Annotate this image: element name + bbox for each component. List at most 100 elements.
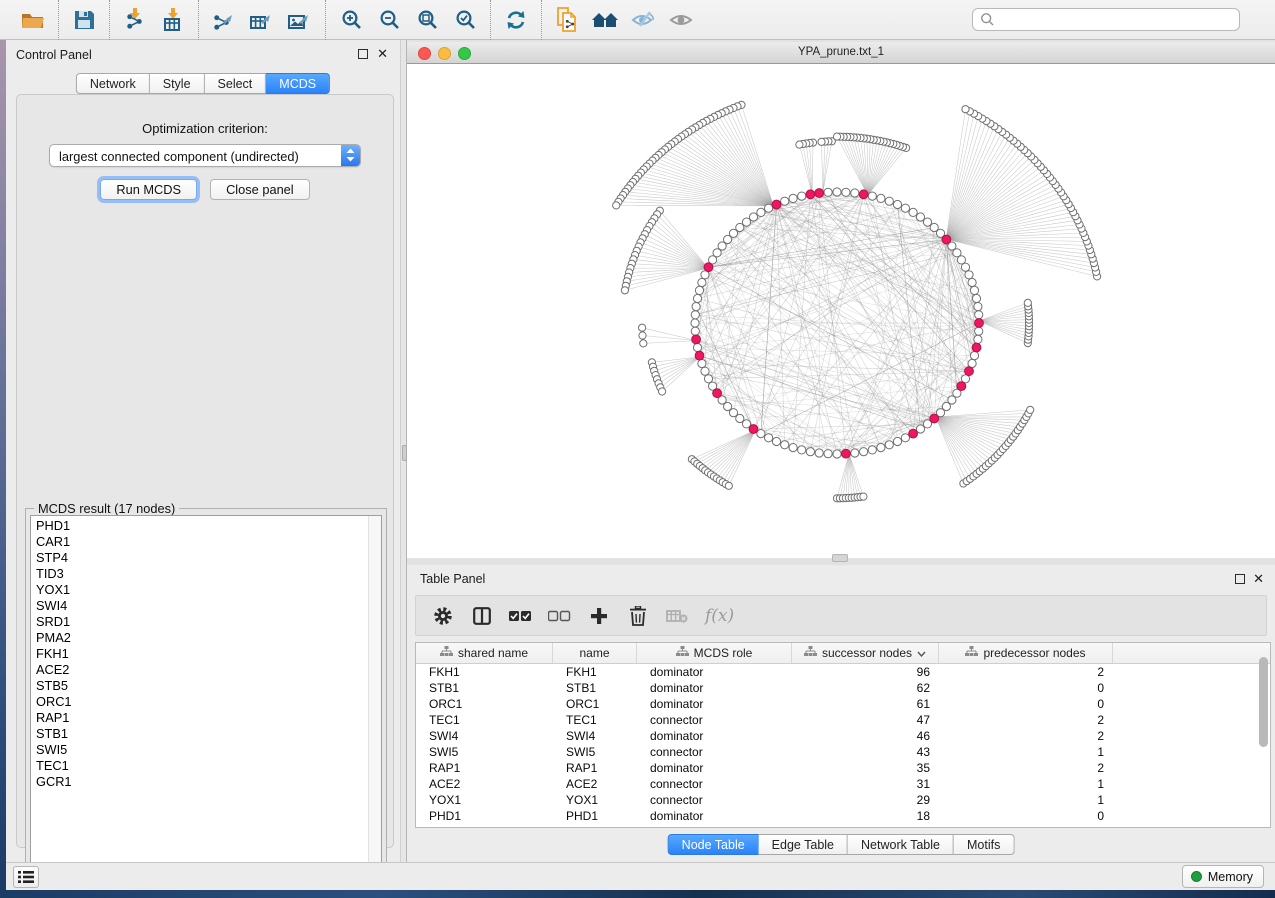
network-node[interactable]	[868, 446, 876, 454]
network-dominator-node[interactable]	[975, 319, 984, 328]
network-node[interactable]	[824, 450, 832, 458]
cell-predecessor-nodes[interactable]: 2	[939, 664, 1113, 680]
import-table-icon[interactable]	[154, 4, 192, 36]
network-node[interactable]	[798, 192, 806, 200]
cell-name[interactable]: FKH1	[553, 664, 637, 680]
column-header-successor-nodes[interactable]: successor nodes	[792, 643, 939, 663]
mcds-result-item[interactable]: STP4	[31, 550, 381, 566]
task-history-button[interactable]	[13, 866, 39, 888]
cell-successor-nodes[interactable]: 47	[792, 712, 939, 728]
network-node[interactable]	[868, 192, 876, 200]
table-settings-icon[interactable]	[428, 600, 458, 632]
network-node[interactable]	[824, 188, 832, 196]
cell-name[interactable]: PHD1	[553, 808, 637, 824]
duplicate-network-icon[interactable]	[548, 4, 586, 36]
network-canvas[interactable]	[407, 64, 1275, 558]
memory-button[interactable]: Memory	[1182, 865, 1264, 888]
tab-node-table[interactable]: Node Table	[668, 834, 759, 855]
delete-column-icon[interactable]	[623, 600, 653, 632]
network-node[interactable]	[877, 194, 885, 202]
export-table-icon[interactable]	[243, 4, 281, 36]
cell-MCDS-role[interactable]: connector	[637, 712, 792, 728]
mcds-result-item[interactable]: ORC1	[31, 694, 381, 710]
network-node[interactable]	[974, 335, 982, 343]
network-node[interactable]	[701, 367, 709, 375]
cell-predecessor-nodes[interactable]: 1	[939, 792, 1113, 808]
float-table-panel-icon[interactable]	[1235, 574, 1245, 584]
cell-successor-nodes[interactable]: 18	[792, 808, 939, 824]
cell-name[interactable]: YOX1	[553, 792, 637, 808]
zoom-out-icon[interactable]	[370, 4, 408, 36]
mcds-result-item[interactable]: CAR1	[31, 534, 381, 550]
table-row[interactable]: ORC1ORC1dominator610	[416, 696, 1270, 712]
network-node[interactable]	[833, 450, 841, 458]
mcds-result-item[interactable]: TEC1	[31, 758, 381, 774]
mcds-result-item[interactable]: STB1	[31, 726, 381, 742]
table-row[interactable]: ACE2ACE2connector311	[416, 776, 1270, 792]
network-leaf-node[interactable]	[796, 141, 803, 148]
mcds-result-item[interactable]: PMA2	[31, 630, 381, 646]
network-node[interactable]	[815, 449, 823, 457]
network-node[interactable]	[698, 278, 706, 286]
mcds-result-item[interactable]: GCR1	[31, 774, 381, 790]
network-leaf-node[interactable]	[640, 340, 647, 347]
network-node[interactable]	[970, 352, 978, 360]
network-node[interactable]	[972, 294, 980, 302]
network-node[interactable]	[909, 208, 917, 216]
cell-name[interactable]: SWI4	[553, 728, 637, 744]
cell-predecessor-nodes[interactable]: 1	[939, 776, 1113, 792]
cell-MCDS-role[interactable]: dominator	[637, 696, 792, 712]
vertical-splitter[interactable]	[400, 40, 407, 862]
table-row[interactable]: YOX1YOX1connector291	[416, 792, 1270, 808]
network-node[interactable]	[833, 188, 841, 196]
cell-name[interactable]: ACE2	[553, 776, 637, 792]
table-scrollbar-thumb[interactable]	[1259, 657, 1268, 747]
network-node[interactable]	[691, 311, 699, 319]
column-header-shared-name[interactable]: shared name	[416, 643, 553, 663]
deselect-all-checks-icon[interactable]	[545, 600, 575, 632]
network-leaf-node[interactable]	[962, 106, 969, 113]
network-dominator-node[interactable]	[772, 200, 781, 209]
cell-shared-name[interactable]: SWI4	[416, 728, 553, 744]
network-dominator-node[interactable]	[695, 351, 704, 360]
network-node[interactable]	[772, 437, 780, 445]
zoom-selected-icon[interactable]	[446, 4, 484, 36]
cell-shared-name[interactable]: FKH1	[416, 664, 553, 680]
network-leaf-node[interactable]	[1024, 299, 1031, 306]
search-input[interactable]	[972, 8, 1240, 31]
network-node[interactable]	[757, 208, 765, 216]
cell-name[interactable]: STB1	[553, 680, 637, 696]
cell-MCDS-role[interactable]: dominator	[637, 728, 792, 744]
network-node[interactable]	[765, 204, 773, 212]
cell-predecessor-nodes[interactable]: 2	[939, 728, 1113, 744]
network-leaf-node[interactable]	[725, 482, 732, 489]
network-dominator-node[interactable]	[859, 190, 868, 199]
network-node[interactable]	[974, 303, 982, 311]
cell-shared-name[interactable]: ACE2	[416, 776, 553, 792]
network-node[interactable]	[781, 197, 789, 205]
cell-shared-name[interactable]: RAP1	[416, 760, 553, 776]
mcds-result-item[interactable]: SWI4	[31, 598, 381, 614]
network-node[interactable]	[806, 448, 814, 456]
cell-predecessor-nodes[interactable]: 2	[939, 712, 1113, 728]
table-scrollbar[interactable]	[1257, 657, 1269, 807]
network-node[interactable]	[691, 319, 699, 327]
network-node[interactable]	[851, 449, 859, 457]
cell-shared-name[interactable]: STB1	[416, 680, 553, 696]
open-file-icon[interactable]	[14, 4, 52, 36]
cell-shared-name[interactable]: PHD1	[416, 808, 553, 824]
horizontal-splitter-handle[interactable]	[832, 554, 848, 562]
network-node[interactable]	[975, 311, 983, 319]
network-node[interactable]	[885, 197, 893, 205]
cell-name[interactable]: ORC1	[553, 696, 637, 712]
network-node[interactable]	[789, 444, 797, 452]
network-node[interactable]	[695, 286, 703, 294]
cell-successor-nodes[interactable]: 46	[792, 728, 939, 744]
cell-successor-nodes[interactable]: 29	[792, 792, 939, 808]
network-node[interactable]	[698, 359, 706, 367]
zoom-fit-icon[interactable]	[408, 4, 446, 36]
network-dominator-node[interactable]	[942, 235, 951, 244]
table-row[interactable]: SWI4SWI4dominator462	[416, 728, 1270, 744]
network-node[interactable]	[842, 188, 850, 196]
network-node[interactable]	[877, 444, 885, 452]
